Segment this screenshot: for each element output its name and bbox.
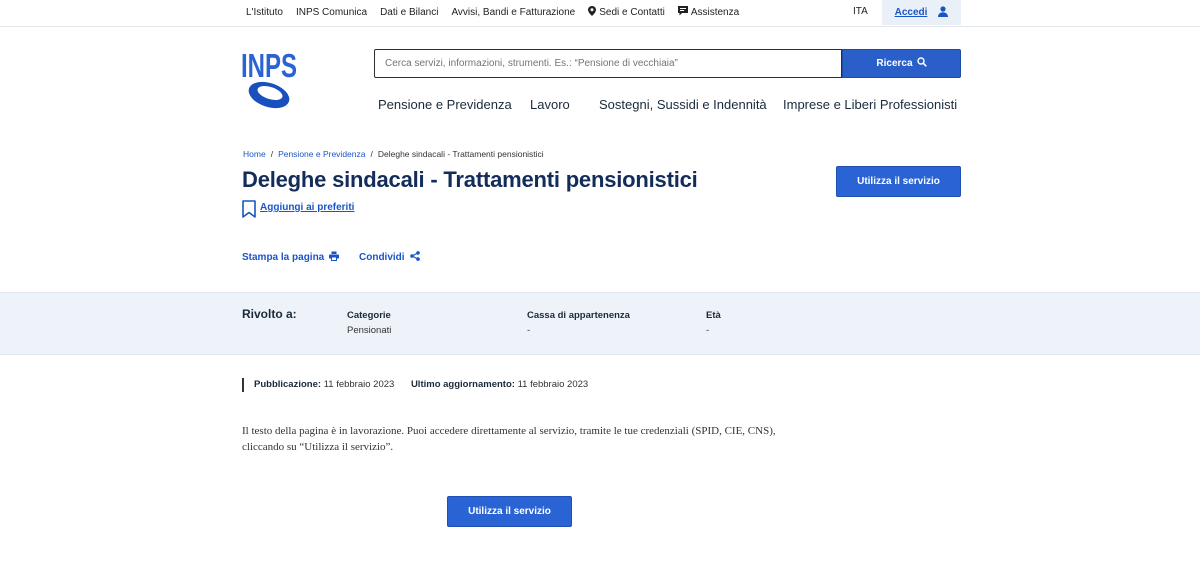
audience-title: Rivolto a: <box>242 307 297 321</box>
top-link-label: Sedi e Contatti <box>599 6 665 18</box>
top-link-label: Dati e Bilanci <box>380 6 439 18</box>
audience-category-value: Pensionati <box>347 325 392 336</box>
main-nav-imprese[interactable]: Imprese e Liberi Professionisti <box>783 97 957 112</box>
login-label: Accedi <box>894 7 928 18</box>
add-favorite-link[interactable]: Aggiungi ai preferiti <box>242 200 354 223</box>
user-icon <box>938 4 949 22</box>
breadcrumb-pensione[interactable]: Pensione e Previdenza <box>278 149 365 159</box>
main-nav-pensione[interactable]: Pensione e Previdenza <box>378 97 512 112</box>
top-link-label: INPS Comunica <box>295 6 368 18</box>
use-service-button-bottom[interactable]: Utilizza il servizio <box>447 496 572 527</box>
top-link-istituto[interactable]: L'Istituto <box>246 7 283 18</box>
top-link-label: L'Istituto <box>246 6 283 18</box>
top-link-avvisi[interactable]: Avvisi, Bandi e Fatturazione <box>451 7 575 18</box>
printer-icon <box>324 251 340 264</box>
search-icon <box>913 57 927 70</box>
print-page-link[interactable]: Stampa la pagina <box>242 251 340 264</box>
audience-cassa-header: Cassa di appartenenza <box>527 310 630 321</box>
share-icon <box>405 251 420 264</box>
audience-age-value: - <box>706 325 710 336</box>
updated-label: Ultimo aggiornamento: <box>410 379 515 390</box>
page-title: Deleghe sindacali - Trattamenti pensioni… <box>242 167 698 192</box>
updated-value: 11 febbraio 2023 <box>517 379 589 390</box>
share-label: Condividi <box>359 252 405 263</box>
main-nav-lavoro[interactable]: Lavoro <box>530 97 570 112</box>
top-link-comunica[interactable]: INPS Comunica <box>296 7 367 18</box>
top-link-assistenza[interactable]: Assistenza <box>677 5 740 19</box>
top-utility-nav: L'Istituto INPS Comunica Dati e Bilanci … <box>246 0 752 24</box>
breadcrumb-separator: / <box>270 149 274 159</box>
top-link-label: Avvisi, Bandi e Fatturazione <box>451 6 576 18</box>
breadcrumb-current: Deleghe sindacali - Trattamenti pensioni… <box>377 149 544 159</box>
search-button[interactable]: Ricerca <box>842 49 961 78</box>
breadcrumb-separator: / <box>370 149 373 159</box>
main-nav-sostegni[interactable]: Sostegni, Sussidi e Indennità <box>599 97 767 112</box>
share-link[interactable]: Condividi <box>359 251 420 264</box>
meta-divider <box>242 378 244 392</box>
search-input[interactable] <box>374 49 842 78</box>
map-pin-icon <box>588 5 597 19</box>
breadcrumb-home[interactable]: Home <box>243 149 266 159</box>
use-service-button-top[interactable]: Utilizza il servizio <box>836 166 961 197</box>
breadcrumb: Home / Pensione e Previdenza / Deleghe sinda… <box>243 149 544 159</box>
bookmark-icon <box>242 200 256 223</box>
logo-text: INPS <box>241 47 297 84</box>
print-label: Stampa la pagina <box>242 252 325 263</box>
audience-cassa-value: - <box>527 325 531 336</box>
top-link-label: Assistenza <box>690 6 740 18</box>
audience-category-header: Categorie <box>347 310 391 321</box>
inps-logo[interactable]: INPS <box>240 44 300 112</box>
search-button-label: Ricerca <box>876 58 913 69</box>
add-favorite-label: Aggiungi ai preferiti <box>260 202 355 213</box>
login-button[interactable]: Accedi <box>882 0 961 25</box>
language-selector[interactable]: ITA <box>853 6 868 17</box>
content-body: Il testo della pagina è in lavorazione. … <box>242 425 776 453</box>
chat-icon <box>677 5 688 19</box>
published-label: Pubblicazione: <box>254 379 322 390</box>
publication-meta: Pubblicazione: 11 febbraio 2023 Ultimo a… <box>254 379 588 390</box>
top-link-sedi-contatti[interactable]: Sedi e Contatti <box>588 5 665 19</box>
top-link-dati-bilanci[interactable]: Dati e Bilanci <box>380 7 438 18</box>
audience-age-header: Età <box>706 310 721 321</box>
published-value: 11 febbraio 2023 <box>323 379 395 390</box>
audience-band <box>0 292 1200 355</box>
